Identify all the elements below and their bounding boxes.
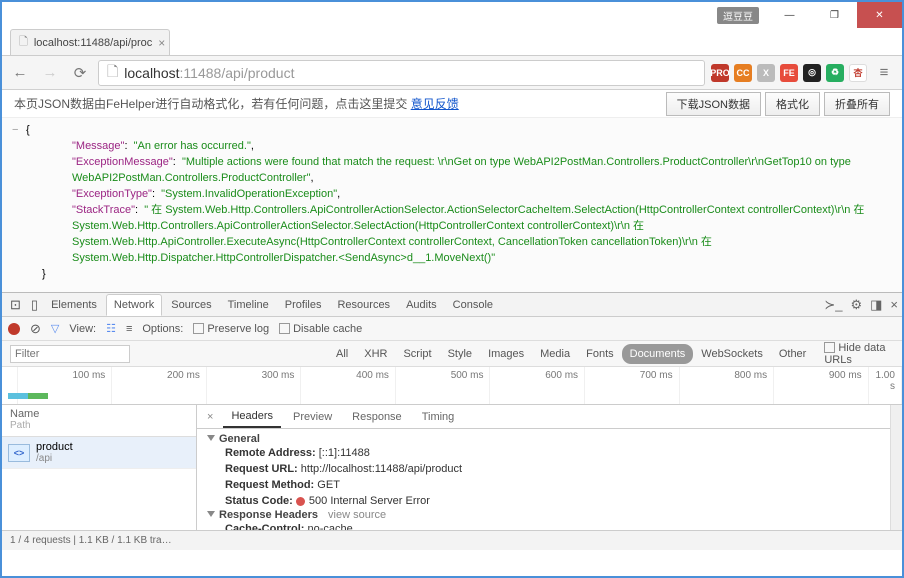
reload-button[interactable]: ⟳ <box>68 61 92 85</box>
address-bar[interactable]: 🗋 localhost:11488/api/product <box>98 60 705 86</box>
drawer-icon[interactable]: ≻_ <box>824 297 842 313</box>
settings-icon[interactable]: ⚙ <box>850 297 862 313</box>
scrollbar[interactable] <box>890 405 902 530</box>
feedback-link[interactable]: 意见反馈 <box>411 97 459 111</box>
maximize-button[interactable]: ❐ <box>812 2 857 28</box>
request-row[interactable]: <> product /api <box>2 437 196 469</box>
inspect-icon[interactable]: ⊡ <box>6 297 25 313</box>
collapse-all-button[interactable]: 折叠所有 <box>824 92 890 116</box>
tab-close-icon[interactable]: × <box>158 36 165 50</box>
document-icon: <> <box>8 444 30 462</box>
ext-fe-icon[interactable]: FE <box>780 64 798 82</box>
filter-xhr[interactable]: XHR <box>356 344 395 364</box>
col-name[interactable]: Name <box>10 408 188 420</box>
filter-all[interactable]: All <box>328 344 356 364</box>
filter-fonts[interactable]: Fonts <box>578 344 622 364</box>
filter-other[interactable]: Other <box>771 344 815 364</box>
filter-websockets[interactable]: WebSockets <box>693 344 771 364</box>
headers-panel[interactable]: General Remote Address: [::1]:11488 Requ… <box>197 429 890 530</box>
ext-xing-icon[interactable]: 杏 <box>849 64 867 82</box>
options-label: Options: <box>142 323 183 335</box>
tab-resources[interactable]: Resources <box>330 295 397 315</box>
tab-headers[interactable]: Headers <box>223 406 281 428</box>
record-button[interactable] <box>8 323 20 335</box>
status-dot-icon <box>296 497 305 506</box>
tab-elements[interactable]: Elements <box>44 295 104 315</box>
ext-recycle-icon[interactable]: ♻ <box>826 64 844 82</box>
tab-audits[interactable]: Audits <box>399 295 444 315</box>
tab-title: localhost:11488/api/proc <box>34 37 152 49</box>
view-label: View: <box>69 323 96 335</box>
view-large-icon[interactable]: ☷ <box>106 322 116 335</box>
url-host: localhost <box>124 65 179 81</box>
col-path: Path <box>10 420 188 431</box>
format-button[interactable]: 格式化 <box>765 92 820 116</box>
tab-response[interactable]: Response <box>344 407 410 427</box>
ext-pro-icon[interactable]: PRO <box>711 64 729 82</box>
tab-timeline[interactable]: Timeline <box>221 295 276 315</box>
filter-documents[interactable]: Documents <box>622 344 694 364</box>
filter-style[interactable]: Style <box>440 344 480 364</box>
minimize-button[interactable]: — <box>767 2 812 28</box>
filter-input[interactable] <box>10 345 130 363</box>
browser-tab[interactable]: 🗋 localhost:11488/api/proc × <box>10 29 170 55</box>
dock-icon[interactable]: ◨ <box>870 297 882 313</box>
filter-images[interactable]: Images <box>480 344 532 364</box>
timeline[interactable]: 100 ms 200 ms 300 ms 400 ms 500 ms 600 m… <box>2 367 902 405</box>
download-json-button[interactable]: 下载JSON数据 <box>666 92 761 116</box>
hide-data-urls-checkbox[interactable]: Hide data URLs <box>824 342 902 366</box>
tab-console[interactable]: Console <box>446 295 500 315</box>
request-name: product <box>36 441 73 453</box>
json-viewer[interactable]: −{ "Message": "An error has occurred.", … <box>2 118 902 293</box>
ext-circle-icon[interactable]: ◎ <box>803 64 821 82</box>
close-button[interactable]: ✕ <box>857 2 902 28</box>
tab-timing[interactable]: Timing <box>414 407 463 427</box>
fehelper-text: 本页JSON数据由FeHelper进行自动格式化，若有任何问题，点击这里提交 <box>14 97 411 111</box>
device-icon[interactable]: ▯ <box>27 297 42 313</box>
menu-button[interactable]: ≡ <box>872 61 896 85</box>
tab-sources[interactable]: Sources <box>164 295 218 315</box>
status-bar: 1 / 4 requests | 1.1 KB / 1.1 KB tra… <box>2 530 902 550</box>
page-icon: 🗋 <box>19 33 28 52</box>
view-small-icon[interactable]: ≡ <box>126 323 132 335</box>
filter-icon[interactable]: ▽ <box>51 322 59 335</box>
tab-profiles[interactable]: Profiles <box>278 295 329 315</box>
request-path: /api <box>36 453 73 464</box>
ext-x-icon[interactable]: X <box>757 64 775 82</box>
preserve-log-checkbox[interactable]: Preserve log <box>193 323 269 335</box>
disable-cache-checkbox[interactable]: Disable cache <box>279 323 362 335</box>
tab-preview[interactable]: Preview <box>285 407 340 427</box>
forward-button[interactable]: → <box>38 61 62 85</box>
ext-cc-icon[interactable]: CC <box>734 64 752 82</box>
extension-icons: PRO CC X FE ◎ ♻ 杏 ≡ <box>711 61 896 85</box>
back-button[interactable]: ← <box>8 61 32 85</box>
filter-media[interactable]: Media <box>532 344 578 364</box>
title-badge: 逗豆豆 <box>717 7 759 24</box>
view-source-link[interactable]: view source <box>328 509 386 521</box>
page-icon: 🗋 <box>107 61 118 85</box>
url-path: :11488/api/product <box>180 65 295 81</box>
filter-script[interactable]: Script <box>395 344 439 364</box>
devtools-close-icon[interactable]: × <box>890 297 898 312</box>
detail-close-icon[interactable]: × <box>201 411 219 423</box>
clear-button[interactable]: ⊘ <box>30 321 41 337</box>
tab-network[interactable]: Network <box>106 294 162 316</box>
